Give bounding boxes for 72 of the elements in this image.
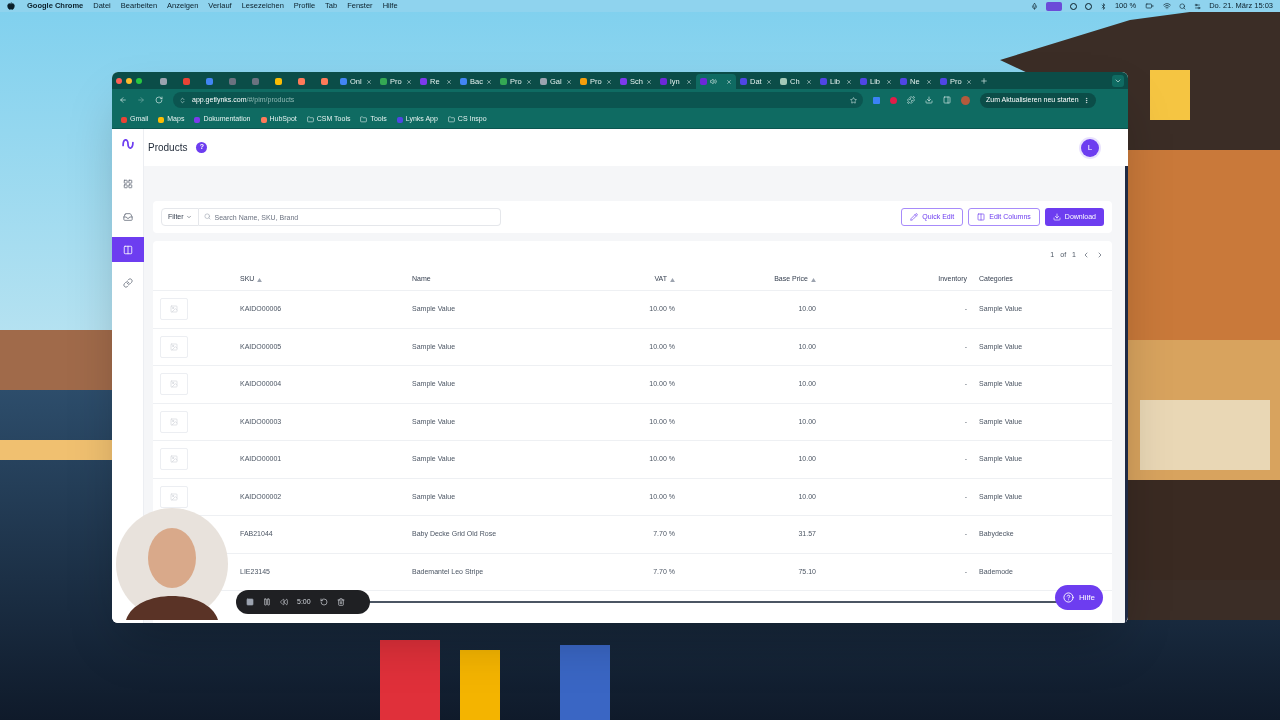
columns-icon [122,244,133,255]
columns-icon [977,213,986,221]
caret-icon [185,214,192,220]
stop-icon[interactable] [246,598,254,606]
product-thumbnail [160,373,188,396]
download-icon [1052,213,1061,221]
product-thumbnail [160,410,188,433]
inbox-icon [122,211,133,222]
chevron-down-icon [1114,77,1122,85]
tab-search-button[interactable] [1112,75,1124,87]
close-icon[interactable] [766,78,772,85]
bluetooth-icon[interactable] [1099,2,1107,10]
close-icon[interactable] [686,78,692,85]
folder-icon [306,116,314,123]
minimize-window-icon[interactable] [126,77,132,84]
page-title: Products [148,141,188,155]
close-icon[interactable] [606,78,612,85]
control-center-icon[interactable] [1194,2,1202,10]
close-icon[interactable] [806,78,812,85]
bookmark-star-icon[interactable] [850,96,857,104]
back-icon[interactable] [119,96,127,104]
pencil-icon [910,213,919,221]
close-icon[interactable] [926,78,932,85]
close-icon[interactable] [366,78,372,85]
screen-share-icon[interactable] [1045,1,1062,11]
pause-icon[interactable] [263,598,271,606]
product-thumbnail [160,298,188,321]
maximize-window-icon[interactable] [136,77,142,84]
link-icon [122,277,133,288]
puzzle-icon[interactable] [907,96,915,104]
close-icon[interactable] [726,78,732,85]
close-icon[interactable] [486,78,492,85]
nav-item[interactable] [112,237,144,262]
close-icon[interactable] [406,78,412,85]
browser-tab[interactable] [696,74,736,89]
download-icon[interactable] [925,96,933,104]
previous-page-icon[interactable] [1082,251,1090,259]
product-thumbnail [160,335,188,358]
logo-icon[interactable] [120,137,135,151]
close-icon[interactable] [886,78,892,85]
close-icon[interactable] [966,78,972,85]
speaker-icon[interactable] [710,78,717,85]
close-icon[interactable] [646,78,652,85]
search-icon [203,213,211,220]
reload-icon[interactable] [155,96,163,104]
close-icon[interactable] [526,78,532,85]
next-page-icon[interactable] [1096,251,1104,259]
folder-icon [447,116,455,123]
close-window-icon[interactable] [116,77,122,84]
product-thumbnail [160,448,188,471]
user-avatar[interactable]: L [1081,138,1099,157]
sort-icon[interactable] [257,277,263,282]
help-chat-button[interactable]: Hilfe [1055,585,1103,610]
rewind-icon[interactable] [280,598,288,606]
side-panel-icon[interactable] [943,96,951,104]
folder-icon [360,116,368,123]
trash-icon[interactable] [336,598,345,606]
close-icon[interactable] [446,78,452,85]
site-info-icon[interactable] [179,96,186,104]
sort-icon[interactable] [811,277,816,282]
close-icon[interactable] [566,78,572,85]
sort-icon[interactable] [670,277,675,282]
battery-icon[interactable] [1144,2,1156,10]
close-icon[interactable] [846,78,852,85]
product-thumbnail [160,485,188,508]
new-tab-icon[interactable] [980,77,988,85]
search-icon[interactable] [1179,2,1187,10]
extension-icon[interactable] [873,96,880,104]
apple-icon[interactable] [7,2,15,10]
restart-icon[interactable] [319,598,328,606]
wifi-icon[interactable] [1163,2,1172,10]
grid-icon [122,178,133,189]
